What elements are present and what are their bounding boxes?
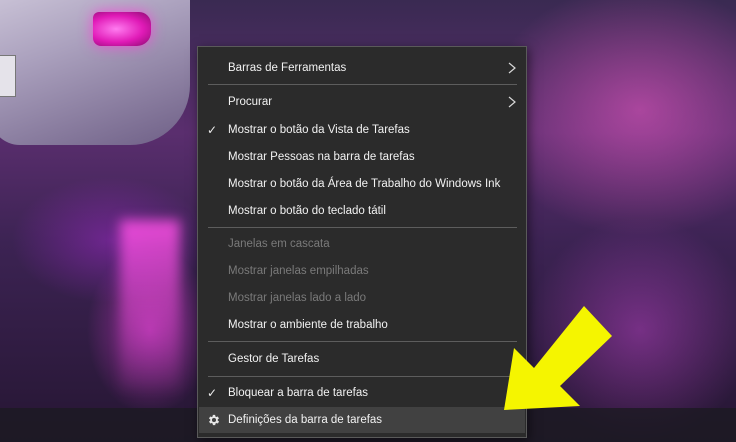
arrow-pointer-icon: [504, 306, 612, 410]
gear-icon: [208, 414, 220, 426]
menu-item-label: Definições da barra de tarefas: [228, 414, 383, 426]
menu-item-label: Mostrar o ambiente de trabalho: [228, 319, 388, 331]
menu-separator: [208, 376, 517, 377]
menu-item-show-touch-keyboard[interactable]: Mostrar o botão do teclado tátil: [199, 198, 525, 224]
menu-item-label: Mostrar o botão da Vista de Tarefas: [228, 124, 410, 136]
menu-item-stacked-windows: Mostrar janelas empilhadas: [199, 258, 525, 284]
menu-item-taskbar-settings[interactable]: Definições da barra de tarefas: [199, 407, 525, 433]
menu-item-label: Gestor de Tarefas: [228, 353, 320, 365]
menu-item-lock-taskbar[interactable]: ✓ Bloquear a barra de tarefas: [199, 380, 525, 406]
menu-item-toolbars[interactable]: Barras de Ferramentas: [199, 55, 525, 81]
menu-item-show-people[interactable]: Mostrar Pessoas na barra de tarefas: [199, 144, 525, 170]
menu-item-label: Bloquear a barra de tarefas: [228, 387, 369, 399]
menu-item-label: Janelas em cascata: [228, 238, 330, 250]
wallpaper-reflection: [120, 220, 180, 390]
menu-separator: [208, 84, 517, 85]
desktop-wallpaper: Barras de Ferramentas Procurar ✓ Mostrar…: [0, 0, 736, 442]
taskbar-context-menu: Barras de Ferramentas Procurar ✓ Mostrar…: [197, 46, 527, 438]
chevron-right-icon: [508, 96, 516, 108]
car-plate: [0, 55, 16, 97]
car-tail-light: [93, 12, 151, 46]
menu-separator: [208, 341, 517, 342]
menu-item-label: Procurar: [228, 96, 273, 108]
menu-item-show-desktop[interactable]: Mostrar o ambiente de trabalho: [199, 312, 525, 338]
wallpaper-car: [0, 0, 190, 145]
checkmark-icon: ✓: [207, 386, 218, 400]
checkmark-icon: ✓: [207, 123, 218, 137]
menu-item-task-manager[interactable]: Gestor de Tarefas: [199, 346, 525, 372]
menu-item-label: Mostrar Pessoas na barra de tarefas: [228, 151, 415, 163]
menu-item-label: Mostrar o botão da Área de Trabalho do W…: [228, 178, 501, 190]
menu-item-label: Mostrar o botão do teclado tátil: [228, 205, 386, 217]
menu-separator: [208, 227, 517, 228]
menu-item-side-by-side-windows: Mostrar janelas lado a lado: [199, 285, 525, 311]
menu-item-label: Mostrar janelas lado a lado: [228, 292, 367, 304]
chevron-right-icon: [508, 62, 516, 74]
menu-item-show-windows-ink[interactable]: Mostrar o botão da Área de Trabalho do W…: [199, 171, 525, 197]
menu-item-label: Barras de Ferramentas: [228, 62, 347, 74]
menu-item-cascade-windows: Janelas em cascata: [199, 231, 525, 257]
menu-item-search[interactable]: Procurar: [199, 89, 525, 115]
menu-item-show-task-view-button[interactable]: ✓ Mostrar o botão da Vista de Tarefas: [199, 117, 525, 143]
menu-item-label: Mostrar janelas empilhadas: [228, 265, 369, 277]
